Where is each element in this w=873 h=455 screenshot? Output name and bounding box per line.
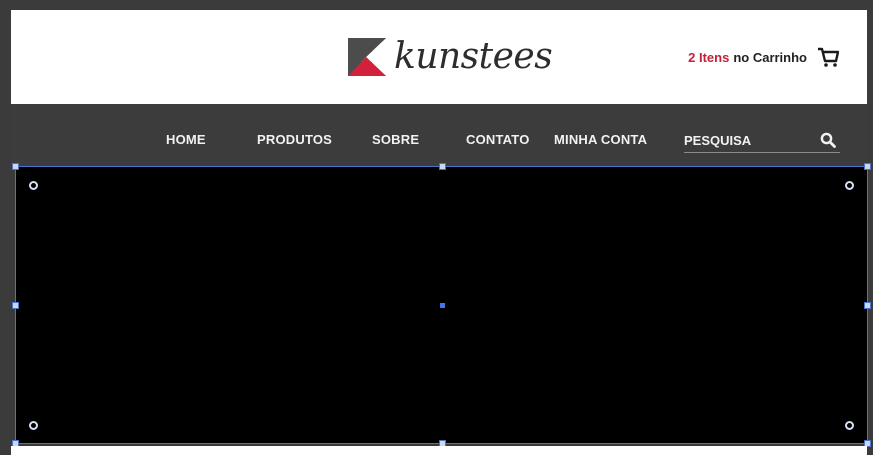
window-frame-top bbox=[0, 0, 873, 10]
resize-handle-middle-right[interactable] bbox=[864, 302, 871, 309]
resize-handle-middle-left[interactable] bbox=[12, 302, 19, 309]
cart-count: 2 Itens bbox=[688, 49, 730, 65]
logo-mark-icon bbox=[348, 38, 386, 76]
search-input[interactable] bbox=[684, 130, 804, 150]
main-navigation: HOME PRODUTOS SOBRE CONTATO MINHA CONTA bbox=[11, 104, 867, 166]
nav-item-minha-conta[interactable]: MINHA CONTA bbox=[554, 132, 647, 147]
corner-radius-handle-top-right[interactable] bbox=[845, 181, 854, 190]
page-body-strip bbox=[11, 446, 867, 455]
resize-handle-top-center[interactable] bbox=[439, 163, 446, 170]
resize-handle-top-left[interactable] bbox=[12, 163, 19, 170]
window-frame-left bbox=[0, 0, 11, 455]
selected-slider-placeholder[interactable] bbox=[12, 163, 871, 447]
corner-radius-handle-bottom-left[interactable] bbox=[29, 421, 38, 430]
cart-summary[interactable]: 2 Itens no Carrinho bbox=[688, 46, 839, 68]
center-point[interactable] bbox=[440, 303, 445, 308]
search-icon[interactable] bbox=[820, 132, 836, 148]
nav-item-produtos[interactable]: PRODUTOS bbox=[257, 132, 332, 147]
logo[interactable]: kunstees bbox=[348, 36, 553, 77]
nav-item-contato[interactable]: CONTATO bbox=[466, 132, 530, 147]
nav-item-sobre[interactable]: SOBRE bbox=[372, 132, 419, 147]
search-box bbox=[684, 130, 840, 153]
shopping-cart-icon[interactable] bbox=[817, 46, 839, 68]
corner-radius-handle-bottom-right[interactable] bbox=[845, 421, 854, 430]
site-header: kunstees 2 Itens no Carrinho bbox=[11, 10, 867, 104]
logo-text: kunstees bbox=[394, 36, 553, 77]
cart-label: no Carrinho bbox=[733, 49, 807, 65]
nav-item-home[interactable]: HOME bbox=[166, 132, 206, 147]
resize-handle-top-right[interactable] bbox=[864, 163, 871, 170]
corner-radius-handle-top-left[interactable] bbox=[29, 181, 38, 190]
